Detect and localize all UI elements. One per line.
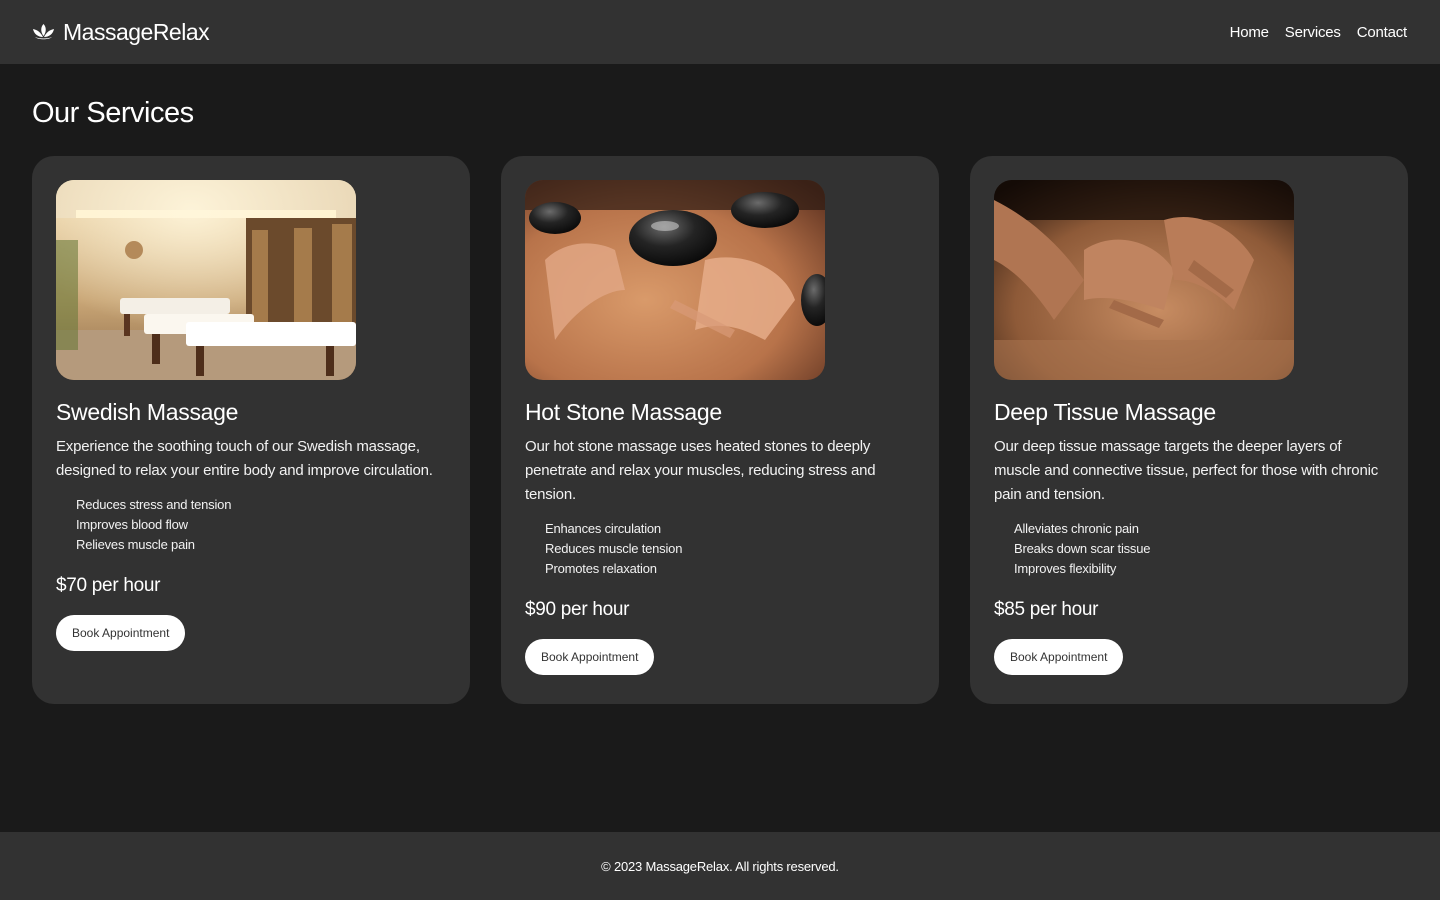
feature-item: Breaks down scar tissue [1014,541,1151,556]
service-features: Alleviates chronic pain Breaks down scar… [994,519,1384,579]
service-price: $70 per hour [56,575,161,596]
service-features: Reduces stress and tension Improves bloo… [56,495,446,555]
feature-item: Reduces stress and tension [76,497,232,512]
book-appointment-button[interactable]: Book Appointment [56,615,186,651]
feature-item: Alleviates chronic pain [1014,521,1139,536]
service-card-swedish: Swedish Massage Experience the soothing … [32,156,470,704]
service-description: Experience the soothing touch of our Swe… [56,438,433,479]
service-card-hot-stone: Hot Stone Massage Our hot stone massage … [501,156,939,704]
service-description: Our hot stone massage uses heated stones… [525,438,876,503]
feature-item: Reduces muscle tension [545,541,683,556]
service-features: Enhances circulation Reduces muscle tens… [525,519,915,579]
feature-item: Promotes relaxation [545,561,657,576]
hot-stones-photo [525,180,825,380]
site-header: MassageRelax Home Services Contact [0,0,1440,64]
book-appointment-button[interactable]: Book Appointment [525,639,655,675]
deep-tissue-hands-photo [994,180,1294,380]
copyright-text: © 2023 MassageRelax. All rights reserved… [601,858,839,874]
feature-item: Enhances circulation [545,521,661,536]
services-list: Swedish Massage Experience the soothing … [32,156,1408,704]
service-card-deep-tissue: Deep Tissue Massage Our deep tissue mass… [970,156,1408,704]
nav-home-link[interactable]: Home [1230,24,1269,41]
lotus-icon [32,22,55,42]
brand[interactable]: MassageRelax [32,18,210,46]
feature-item: Relieves muscle pain [76,537,195,552]
service-price: $90 per hour [525,599,630,620]
nav-services-link[interactable]: Services [1285,24,1341,41]
service-price: $85 per hour [994,599,1099,620]
feature-item: Improves blood flow [76,517,188,532]
brand-name: MassageRelax [63,18,210,45]
service-description: Our deep tissue massage targets the deep… [994,438,1379,503]
service-title: Hot Stone Massage [525,399,722,425]
site-footer: © 2023 MassageRelax. All rights reserved… [0,832,1440,900]
massage-room-photo [56,180,356,380]
page-title: Our Services [32,97,194,129]
main-nav: Home Services Contact [1230,24,1408,41]
service-title: Deep Tissue Massage [994,399,1216,425]
service-title: Swedish Massage [56,399,239,425]
nav-contact-link[interactable]: Contact [1357,24,1407,41]
book-appointment-button[interactable]: Book Appointment [994,639,1124,675]
feature-item: Improves flexibility [1014,561,1117,576]
